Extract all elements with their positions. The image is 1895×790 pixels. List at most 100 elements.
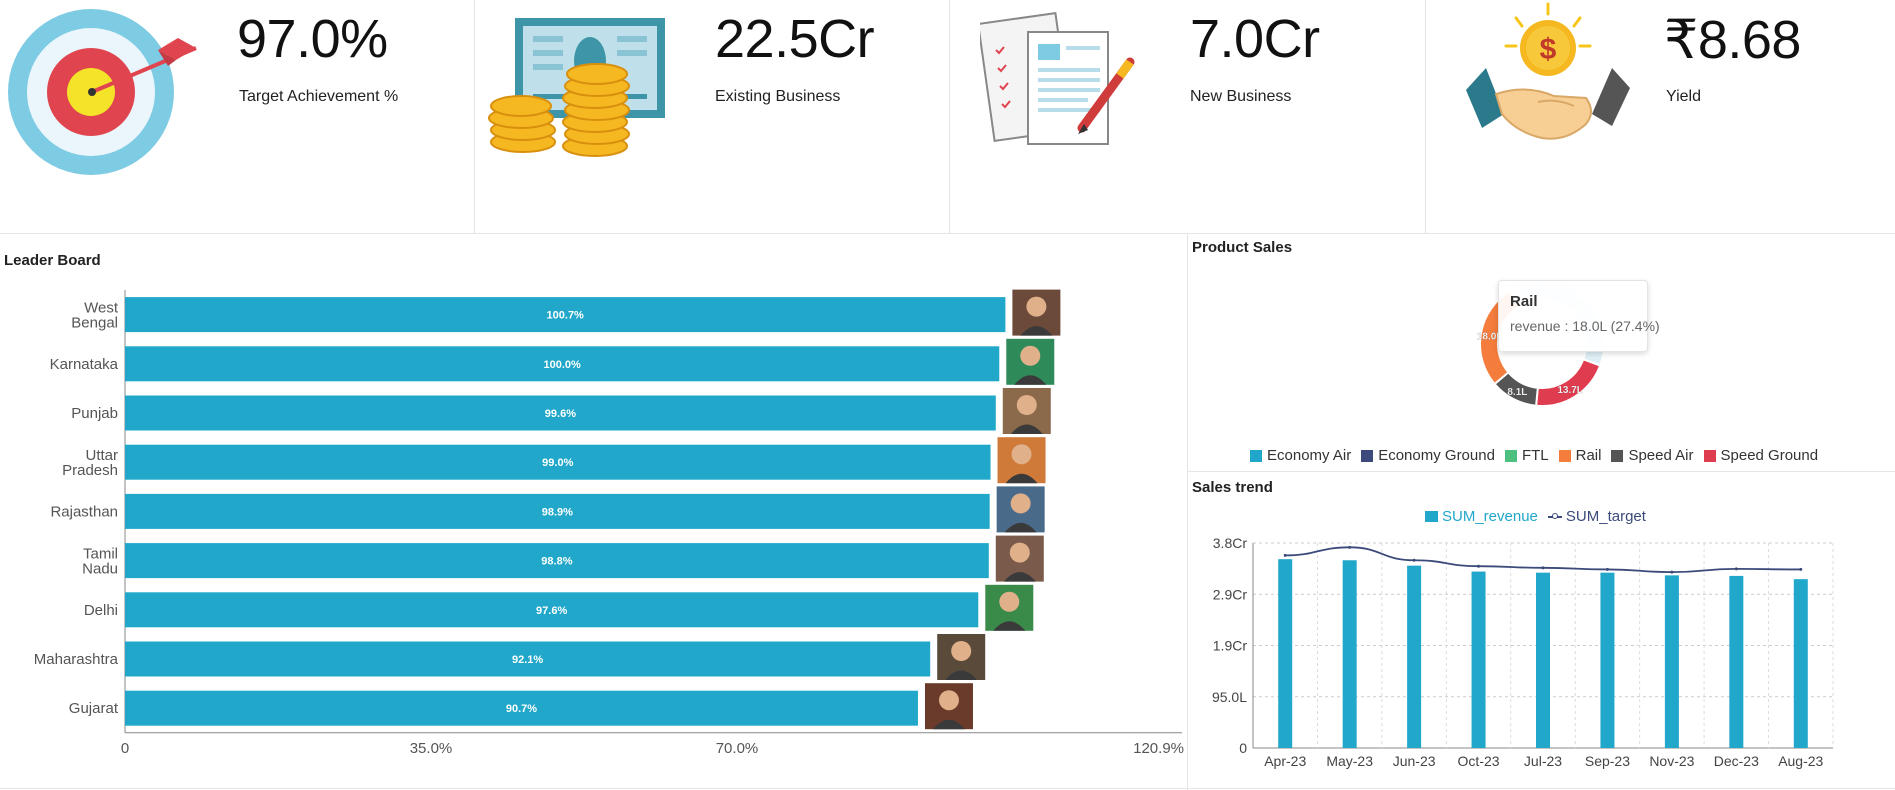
legend-item[interactable]: Economy Ground	[1361, 447, 1495, 464]
bar-data-label: 98.9%	[542, 506, 573, 518]
kpi-label: New Business	[1190, 88, 1292, 105]
legend-label: FTL	[1521, 447, 1549, 464]
bar-data-label: 92.1%	[512, 654, 543, 666]
y-tick-label: 0	[1239, 740, 1247, 756]
tooltip-body: revenue : 18.0L (27.4%)	[1510, 318, 1660, 334]
x-tick-label: 70.0%	[716, 740, 759, 757]
x-tick-label: Nov-23	[1649, 753, 1694, 769]
line-point	[1799, 567, 1803, 571]
x-tick-label: Jul-23	[1524, 753, 1562, 769]
category-label: Pradesh	[62, 462, 118, 479]
line-point	[1734, 567, 1738, 571]
legend-swatch	[1504, 449, 1517, 462]
x-tick-label: Aug-23	[1778, 753, 1823, 769]
svg-text:$: $	[1540, 33, 1557, 66]
bar	[1278, 559, 1293, 748]
category-label: Gujarat	[69, 700, 119, 717]
kpi-card-target-achievement: 97.0% Target Achievement %	[0, 0, 474, 233]
avatar-face	[938, 690, 959, 711]
legend-item[interactable]: Economy Air	[1250, 447, 1351, 464]
x-tick-label: 35.0%	[410, 740, 453, 757]
x-tick-label: Apr-23	[1264, 753, 1306, 769]
target-icon	[8, 9, 197, 175]
bar-data-label: 99.0%	[542, 457, 573, 469]
tooltip-title: Rail	[1510, 293, 1538, 310]
x-tick-label: May-23	[1326, 753, 1373, 769]
kpi-label: Target Achievement %	[239, 88, 399, 105]
kpi-value: ₹8.68	[1664, 10, 1801, 70]
legend-marker	[1551, 512, 1558, 519]
y-tick-label: 95.0L	[1212, 689, 1247, 705]
y-tick-label: 3.8Cr	[1213, 535, 1248, 551]
bar-data-label: 90.7%	[506, 703, 537, 715]
kpi-value: 97.0%	[237, 9, 388, 69]
kpi-card-existing-business: 22.5Cr Existing Business	[474, 0, 950, 233]
legend-line-swatch	[1547, 512, 1562, 519]
legend-item[interactable]: FTL	[1504, 447, 1549, 464]
x-tick-label: Oct-23	[1458, 753, 1500, 769]
kpi-value: 22.5Cr	[715, 9, 875, 69]
bar-data-label: 100.7%	[547, 310, 585, 322]
bar	[1600, 572, 1615, 748]
leaderboard-title: Leader Board	[4, 252, 101, 269]
bar-data-label: 99.6%	[545, 408, 576, 420]
panel-divider	[1188, 471, 1895, 472]
slice-data-label: 8.1L	[1507, 387, 1527, 398]
legend-item[interactable]: Speed Ground	[1703, 447, 1819, 464]
category-label: Delhi	[84, 602, 118, 619]
kpi-value: 7.0Cr	[1190, 9, 1320, 69]
line-point	[1412, 558, 1416, 562]
avatar-face	[1020, 345, 1041, 366]
bar	[1729, 575, 1744, 748]
line-point	[1348, 545, 1352, 549]
bar	[1664, 575, 1679, 748]
avatar-face	[951, 641, 972, 661]
handshake-dollar-icon: $	[1466, 2, 1630, 140]
legend-swatch	[1611, 449, 1624, 462]
kpi-label: Yield	[1666, 88, 1701, 105]
kpi-row: 97.0% Target Achievement % 22.5Cr Existi…	[0, 0, 1895, 234]
bar	[1407, 565, 1422, 748]
line-point	[1605, 567, 1609, 571]
bar	[1536, 572, 1550, 748]
kpi-card-yield: $ ₹8.68 Yield	[1425, 0, 1895, 233]
legend-label: Speed Ground	[1720, 447, 1819, 464]
category-label: Nadu	[82, 561, 118, 578]
bar-data-label: 97.6%	[536, 605, 567, 617]
bar	[1471, 571, 1486, 748]
legend-label: Economy Air	[1267, 447, 1352, 464]
document-pen-icon	[980, 12, 1135, 145]
x-tick-label: Sep-23	[1585, 753, 1630, 769]
bar-data-label: 100.0%	[543, 359, 581, 371]
kpi-label: Existing Business	[715, 88, 841, 105]
y-tick-label: 2.9Cr	[1213, 586, 1248, 602]
legend-label: Rail	[1575, 447, 1602, 464]
slice-data-label: 13.7L	[1557, 385, 1583, 396]
legend-swatch	[1250, 449, 1262, 462]
bar	[1793, 579, 1808, 748]
legend-item[interactable]: Rail	[1558, 447, 1602, 464]
avatar-face	[1009, 542, 1030, 563]
avatar-face	[1016, 395, 1037, 415]
legend-swatch	[1361, 449, 1374, 462]
x-tick-label: 120.9%	[1133, 740, 1184, 757]
bar	[1342, 560, 1357, 748]
legend-label: Speed Air	[1628, 447, 1694, 464]
product-sales-legend: Economy Air Economy Ground FTL Rail Speed Ai…	[1250, 447, 1828, 464]
money-coins-icon	[488, 18, 665, 157]
avatar-face	[1026, 296, 1047, 317]
category-label: Punjab	[71, 405, 118, 422]
legend-item[interactable]: Speed Air	[1611, 447, 1694, 464]
line-point	[1283, 553, 1287, 557]
line-point	[1670, 570, 1674, 574]
category-label: Karnataka	[50, 356, 119, 373]
avatar-face	[1011, 444, 1032, 465]
leaderboard-chart: 100.7%WestBengal100.0%Karnataka99.6%Punj…	[34, 289, 1184, 757]
x-tick-label: Dec-23	[1714, 753, 1759, 769]
legend-swatch	[1558, 449, 1571, 462]
legend-swatch	[1703, 449, 1716, 462]
line-point	[1541, 566, 1545, 570]
category-label: Maharashtra	[34, 651, 119, 668]
category-label: Rajasthan	[50, 503, 118, 520]
bar-data-label: 98.8%	[541, 556, 572, 568]
